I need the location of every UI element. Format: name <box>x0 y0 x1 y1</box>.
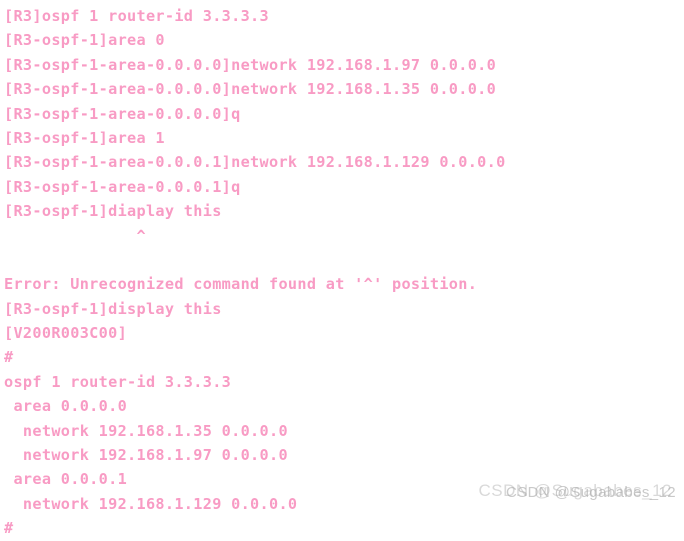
console-line-config-separator-top: # <box>4 348 14 367</box>
console-line-cmd-ospf-process: [R3]ospf 1 router-id 3.3.3.3 <box>4 7 269 25</box>
console-line-cmd-quit-area-0: [R3-ospf-1-area-0.0.0.0]q <box>4 104 241 123</box>
console-line-config-area-1: area 0.0.0.1 <box>4 470 128 489</box>
console-line-cmd-quit-area-1: [R3-ospf-1-area-0.0.0.1]q <box>4 177 241 196</box>
console-line-cmd-network-97: [R3-ospf-1-area-0.0.0.0]network 192.168.… <box>4 55 497 74</box>
console-line-config-network-97: network 192.168.1.97 0.0.0.0 <box>4 446 288 465</box>
console-line-config-area-0: area 0.0.0.0 <box>4 397 128 416</box>
console-line-config-ospf-process: ospf 1 router-id 3.3.3.3 <box>4 372 232 391</box>
console-line-blank-after-caret <box>4 248 684 272</box>
console-line-config-separator-bottom: # <box>4 519 14 538</box>
console-line-error-message: Error: Unrecognized command found at '^'… <box>4 275 478 294</box>
console-line-cmd-area-1: [R3-ospf-1]area 1 <box>4 128 165 147</box>
console-line-cmd-network-35: [R3-ospf-1-area-0.0.0.0]network 192.168.… <box>4 80 497 99</box>
console-output: [R3]ospf 1 router-id 3.3.3.3 [R3-ospf-1]a… <box>4 4 684 541</box>
console-line-cmd-display-this: [R3-ospf-1]display this <box>4 299 222 318</box>
console-line-cmd-diaplay-typo: [R3-ospf-1]diaplay this <box>4 202 222 221</box>
console-line-cmd-network-129: [R3-ospf-1-area-0.0.0.1]network 192.168.… <box>4 153 506 172</box>
console-line-config-network-35: network 192.168.1.35 0.0.0.0 <box>4 421 288 440</box>
console-line-error-caret-marker: ^ <box>4 226 146 245</box>
console-line-cmd-area-0: [R3-ospf-1]area 0 <box>4 31 165 50</box>
terminal-console[interactable]: [R3]ospf 1 router-id 3.3.3.3 [R3-ospf-1]a… <box>0 0 684 537</box>
console-line-version-banner: [V200R003C00] <box>4 324 128 343</box>
